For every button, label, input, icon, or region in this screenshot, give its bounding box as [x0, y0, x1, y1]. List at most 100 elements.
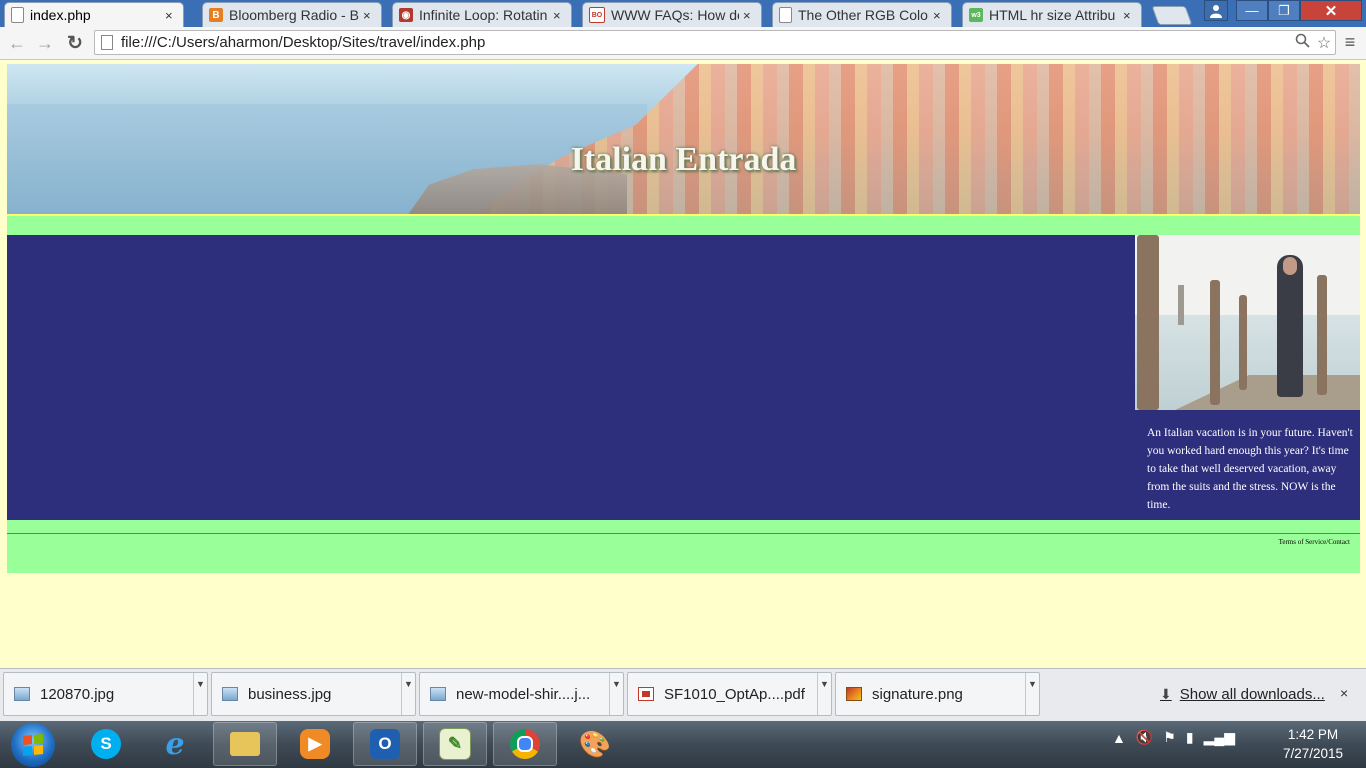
main-content: An Italian vacation is in your future. H… — [7, 235, 1360, 520]
tab-label: WWW FAQs: How de — [611, 7, 739, 23]
page-viewport: Italian Entrada An Italian vacation is i… — [0, 60, 1366, 668]
sidebar: An Italian vacation is in your future. H… — [1135, 235, 1360, 520]
address-bar[interactable]: file:///C:/Users/aharmon/Desktop/Sites/t… — [94, 30, 1336, 55]
header-banner-image: Italian Entrada — [7, 64, 1360, 216]
tab-index-php[interactable]: index.php × — [4, 2, 184, 27]
download-filename: business.jpg — [248, 685, 332, 703]
paint-icon[interactable]: 🎨 — [563, 722, 627, 766]
outlook-icon[interactable]: O — [353, 722, 417, 766]
close-tab-icon[interactable]: × — [933, 8, 945, 23]
download-filename: new-model-shir....j... — [456, 685, 591, 703]
chevron-down-icon[interactable]: ▼ — [609, 673, 623, 715]
photo-post — [1317, 275, 1327, 395]
new-tab-button[interactable] — [1151, 6, 1193, 25]
download-item[interactable]: new-model-shir....j... ▼ — [419, 672, 624, 716]
terms-contact-link[interactable]: Terms of Service/Contact — [1279, 538, 1350, 546]
download-filename: 120870.jpg — [40, 685, 115, 703]
close-tab-icon[interactable]: × — [743, 8, 755, 23]
file-explorer-icon[interactable] — [213, 722, 277, 766]
palette-glyph: 🎨 — [578, 728, 612, 759]
close-tab-icon[interactable]: × — [1123, 8, 1135, 23]
chevron-down-icon[interactable]: ▼ — [1025, 673, 1039, 715]
tab-html-hr-size[interactable]: w3 HTML hr size Attribu × — [962, 2, 1142, 27]
show-all-downloads-link[interactable]: ⬇ Show all downloads... — [1160, 686, 1325, 703]
network-signal-icon[interactable]: ▂▄▆ — [1204, 729, 1235, 746]
user-profile-icon[interactable] — [1204, 0, 1228, 21]
skype-icon[interactable]: S — [74, 722, 138, 766]
photo-man-head — [1283, 257, 1297, 275]
download-item[interactable]: SF1010_OptAp....pdf ▼ — [627, 672, 832, 716]
banner-accent-line — [7, 214, 1360, 216]
tab-bloomberg-radio[interactable]: B Bloomberg Radio - B × — [202, 2, 382, 27]
tab-other-rgb-color[interactable]: The Other RGB Color × — [772, 2, 952, 27]
windows-logo-icon — [23, 733, 43, 757]
download-arrow-icon: ⬇ — [1160, 686, 1172, 702]
browser-tab-strip: index.php × B Bloomberg Radio - B × ◉ In… — [0, 0, 1366, 27]
show-hidden-icons-icon[interactable]: ▲ — [1112, 730, 1126, 746]
download-filename: SF1010_OptAp....pdf — [664, 685, 805, 703]
action-center-flag-icon[interactable]: ⚑ — [1163, 729, 1176, 746]
tab-infinite-loop[interactable]: ◉ Infinite Loop: Rotatin × — [392, 2, 572, 27]
notepad-glyph: ✎ — [439, 728, 471, 760]
download-item[interactable]: signature.png ▼ — [835, 672, 1040, 716]
navigation-strip — [7, 216, 1360, 235]
blogger-icon: B — [209, 8, 223, 22]
close-tab-icon[interactable]: × — [553, 8, 565, 23]
page-icon — [11, 7, 24, 23]
tab-www-faqs[interactable]: BO WWW FAQs: How de × — [582, 2, 762, 27]
battery-icon[interactable]: ▮ — [1186, 729, 1194, 746]
browser-toolbar: ← → ↻ file:///C:/Users/aharmon/Desktop/S… — [0, 27, 1366, 60]
system-clock[interactable]: 1:42 PM 7/27/2015 — [1268, 725, 1358, 763]
download-shelf: 120870.jpg ▼ business.jpg ▼ new-model-sh… — [0, 668, 1366, 722]
site-container: Italian Entrada An Italian vacation is i… — [7, 64, 1360, 573]
media-player-icon[interactable]: ▶ — [283, 722, 347, 766]
chevron-down-icon[interactable]: ▼ — [401, 673, 415, 715]
photo-campanile — [1178, 285, 1184, 325]
chevron-down-icon[interactable]: ▼ — [193, 673, 207, 715]
close-shelf-icon[interactable]: × — [1340, 685, 1348, 701]
tab-label: Infinite Loop: Rotatin — [419, 7, 548, 23]
volume-muted-icon[interactable]: 🔇 — [1136, 729, 1153, 746]
system-tray: ▲ 🔇 ⚑ ▮ ▂▄▆ — [1112, 729, 1235, 746]
windows-taskbar: S e ▶ O ✎ 🎨 ▲ 🔇 ⚑ ▮ ▂▄▆ 1:42 PM 7/27/201… — [0, 721, 1366, 768]
image-file-icon — [222, 687, 238, 701]
tab-label: Bloomberg Radio - B — [229, 7, 359, 23]
logo-blue — [23, 746, 32, 757]
minimize-button[interactable]: — — [1236, 0, 1268, 21]
play-glyph: ▶ — [300, 729, 330, 759]
man-on-pier-photo — [1135, 235, 1360, 410]
logo-yellow — [34, 744, 43, 755]
start-button[interactable] — [11, 723, 55, 767]
page-icon — [101, 35, 113, 50]
close-window-button[interactable]: ✕ — [1300, 0, 1362, 21]
close-tab-icon[interactable]: × — [363, 8, 375, 23]
promo-text: An Italian vacation is in your future. H… — [1147, 427, 1353, 511]
ie-glyph: e — [165, 726, 185, 762]
address-url[interactable]: file:///C:/Users/aharmon/Desktop/Sites/t… — [121, 34, 1291, 51]
page-icon — [779, 7, 792, 23]
tab-label: index.php — [30, 7, 91, 23]
download-item[interactable]: business.jpg ▼ — [211, 672, 416, 716]
close-tab-icon[interactable]: × — [165, 8, 177, 23]
chrome-menu-icon[interactable]: ≡ — [1340, 32, 1360, 54]
tab-label: HTML hr size Attribu — [989, 7, 1116, 23]
maximize-button[interactable]: ❐ — [1268, 0, 1300, 21]
back-arrow-icon[interactable]: ← — [6, 32, 28, 54]
photo-man — [1277, 255, 1303, 397]
internet-explorer-icon[interactable]: e — [143, 722, 207, 766]
download-filename: signature.png — [872, 685, 963, 703]
pdf-file-icon — [638, 687, 654, 701]
search-icon[interactable] — [1291, 33, 1313, 53]
download-item[interactable]: 120870.jpg ▼ — [3, 672, 208, 716]
chrome-icon[interactable] — [493, 722, 557, 766]
tab-label: The Other RGB Color — [798, 7, 929, 23]
photo-post — [1239, 295, 1247, 390]
clock-time: 1:42 PM — [1287, 727, 1339, 742]
notepad-plus-icon[interactable]: ✎ — [423, 722, 487, 766]
bookmark-star-icon[interactable]: ☆ — [1313, 33, 1335, 53]
site-title: Italian Entrada — [570, 141, 797, 178]
infinite-loop-icon: ◉ — [399, 8, 413, 22]
chevron-down-icon[interactable]: ▼ — [817, 673, 831, 715]
reload-icon[interactable]: ↻ — [64, 32, 86, 54]
forward-arrow-icon[interactable]: → — [34, 32, 56, 54]
